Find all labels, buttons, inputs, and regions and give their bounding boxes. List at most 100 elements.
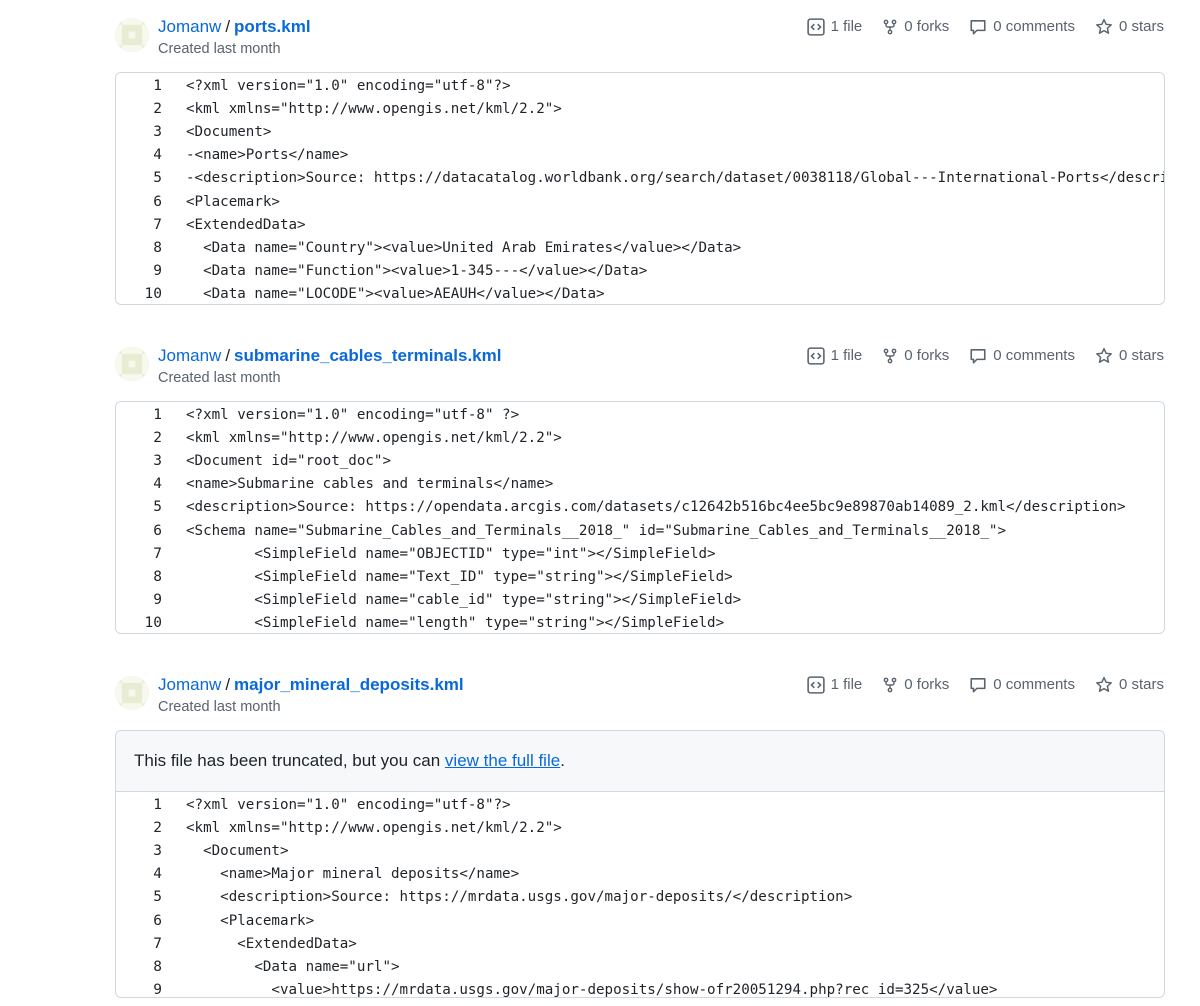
- line-number: 7: [153, 935, 162, 952]
- comments-stat[interactable]: 0 comments: [969, 674, 1075, 696]
- avatar[interactable]: [115, 18, 149, 52]
- line-number: 3: [153, 452, 162, 469]
- code-line: 8 <SimpleField name="Text_ID" type="stri…: [116, 565, 1164, 588]
- stars-stat[interactable]: 0 stars: [1095, 16, 1164, 38]
- code-line: 6 <Placemark>: [116, 909, 1164, 932]
- line-number: 1: [153, 77, 162, 94]
- comment-icon: [970, 678, 986, 693]
- line-number: 5: [153, 499, 162, 516]
- files-stat[interactable]: 1 file: [806, 345, 863, 367]
- files-count: 1 file: [830, 18, 863, 35]
- filename-link[interactable]: submarine_cables_terminals.kml: [234, 346, 501, 365]
- code-preview: 1 <?xml version="1.0" encoding="utf-8" ?>…: [115, 401, 1165, 634]
- code-line: 9 <Data name="Function"><value>1-345---<…: [116, 260, 1164, 283]
- code-text: <name>Submarine cables and terminals</na…: [186, 476, 554, 493]
- files-stat[interactable]: 1 file: [806, 674, 862, 696]
- code-text: -<name>Ports</name>: [186, 147, 349, 164]
- fork-icon: [883, 19, 897, 35]
- avatar[interactable]: [115, 347, 149, 381]
- created-date: Created last month: [158, 41, 281, 57]
- line-number: 6: [153, 912, 162, 929]
- code-text: <SimpleField name="length" type="string"…: [186, 615, 725, 632]
- line-number: 7: [153, 545, 162, 562]
- code-text: <kml xmlns="http://www.opengis.net/kml/2…: [186, 100, 562, 117]
- truncation-suffix: .: [560, 751, 565, 770]
- stars-count: 0 stars: [1118, 347, 1164, 364]
- code-text: <Document id="root_doc">: [186, 452, 391, 469]
- line-number: 10: [144, 286, 162, 303]
- comments-stat[interactable]: 0 comments: [969, 345, 1075, 367]
- code-text: <Data name="url">: [186, 958, 400, 975]
- forks-count: 0 forks: [904, 676, 950, 693]
- code-line: 6 <Schema name="Submarine_Cables_and_Term…: [116, 519, 1164, 542]
- code-square-icon: [806, 347, 825, 365]
- code-line: 8 <Data name="Country"><value>United Ara…: [116, 236, 1164, 259]
- line-number: 6: [153, 522, 162, 539]
- line-number: 9: [153, 982, 162, 998]
- code-line: 7 <ExtendedData>: [116, 213, 1164, 236]
- title-separator: /: [225, 346, 231, 365]
- avatar[interactable]: [115, 676, 149, 710]
- line-number: 9: [153, 592, 162, 609]
- filename-link[interactable]: ports.kml: [234, 17, 311, 36]
- code-line: 2 <kml xmlns="http://www.opengis.net/kml/…: [116, 97, 1164, 120]
- stars-stat[interactable]: 0 stars: [1095, 345, 1164, 367]
- gist-stats: 1 file 0 forks 0 comments 0 stars: [787, 16, 1164, 38]
- line-number: 2: [153, 429, 162, 446]
- code-line: 1 <?xml version="1.0" encoding="utf-8"?>: [116, 793, 1164, 816]
- title-separator: /: [225, 17, 231, 36]
- line-number: 4: [153, 147, 162, 164]
- line-number: 1: [153, 406, 162, 423]
- forks-stat[interactable]: 0 forks: [882, 16, 949, 38]
- forks-stat[interactable]: 0 forks: [882, 345, 949, 367]
- created-date: Created last month: [158, 370, 281, 386]
- line-number: 4: [153, 476, 162, 493]
- code-line: 3 <Document>: [116, 120, 1164, 143]
- gist-title: Jomanw / major_mineral_deposits.kml: [158, 674, 464, 696]
- star-icon: [1096, 18, 1112, 34]
- code-text: <SimpleField name="OBJECTID" type="int">…: [186, 545, 716, 562]
- owner-link[interactable]: Jomanw: [158, 17, 221, 36]
- code-line: 7 <SimpleField name="OBJECTID" type="int…: [116, 542, 1164, 565]
- view-full-file-link[interactable]: view the full file: [445, 751, 560, 770]
- code-line: 4 -<name>Ports</name>: [116, 144, 1164, 167]
- files-stat[interactable]: 1 file: [806, 16, 863, 38]
- line-number: 3: [153, 842, 162, 859]
- code-lines: 1 <?xml version="1.0" encoding="utf-8"?> …: [116, 792, 1164, 998]
- code-text: <Data name="Function"><value>1-345---</v…: [186, 263, 648, 280]
- code-line: 5 <description>Source: https://opendata.a…: [116, 496, 1164, 519]
- stars-stat[interactable]: 0 stars: [1095, 674, 1164, 696]
- code-line: 3 <Document>: [116, 839, 1164, 862]
- owner-link[interactable]: Jomanw: [158, 346, 221, 365]
- code-text: <Placemark>: [186, 193, 280, 210]
- code-line: 4 <name>Submarine cables and terminals</n…: [116, 473, 1164, 496]
- comments-stat[interactable]: 0 comments: [969, 16, 1075, 38]
- code-text: <value>https://mrdata.usgs.gov/major-dep…: [186, 982, 998, 998]
- comment-icon: [970, 349, 986, 364]
- files-count: 1 file: [830, 347, 863, 364]
- gist-stats: 1 file 0 forks 0 comments 0 stars: [787, 345, 1164, 367]
- filename-link[interactable]: major_mineral_deposits.kml: [234, 675, 464, 694]
- stars-count: 0 stars: [1118, 676, 1164, 693]
- code-text: <description>Source: https://opendata.ar…: [186, 499, 1126, 516]
- code-text: <?xml version="1.0" encoding="utf-8"?>: [186, 796, 511, 813]
- fork-icon: [883, 677, 897, 693]
- forks-count: 0 forks: [904, 347, 950, 364]
- owner-link[interactable]: Jomanw: [158, 675, 221, 694]
- line-number: 4: [153, 866, 162, 883]
- code-line: 6 <Placemark>: [116, 190, 1164, 213]
- code-line: 4 <name>Major mineral deposits</name>: [116, 863, 1164, 886]
- line-number: 1: [153, 796, 162, 813]
- code-line: 8 <Data name="url">: [116, 955, 1164, 978]
- code-line: 5 -<description>Source: https://datacatal…: [116, 167, 1164, 190]
- forks-stat[interactable]: 0 forks: [882, 674, 949, 696]
- code-text: -<description>Source: https://datacatalo…: [186, 170, 1164, 187]
- code-line: 2 <kml xmlns="http://www.opengis.net/kml/…: [116, 816, 1164, 839]
- gist-title: Jomanw / submarine_cables_terminals.kml: [158, 345, 501, 367]
- code-line: 9 <SimpleField name="cable_id" type="str…: [116, 589, 1164, 612]
- truncation-notice: This file has been truncated, but you ca…: [116, 731, 1164, 792]
- comments-count: 0 comments: [993, 347, 1075, 364]
- code-text: <description>Source: https://mrdata.usgs…: [186, 889, 853, 906]
- code-text: <name>Major mineral deposits</name>: [186, 866, 520, 883]
- code-text: <Data name="LOCODE"><value>AEAUH</value>…: [186, 286, 605, 303]
